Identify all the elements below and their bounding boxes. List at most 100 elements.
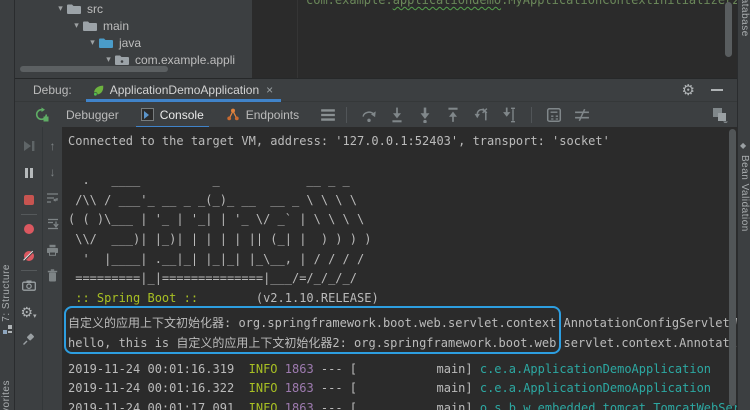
tree-horizontal-scrollbar[interactable] <box>20 66 168 72</box>
session-tab-label: ApplicationDemoApplication <box>110 83 259 97</box>
close-icon[interactable]: × <box>266 83 273 97</box>
console-line: 2019-11-24 00:01:17.091 INFO 1863 --- [ … <box>68 399 737 410</box>
stream-trace-icon[interactable] <box>574 107 590 123</box>
folder-icon <box>98 37 114 49</box>
console-line: Connected to the target VM, address: '12… <box>68 132 737 152</box>
console-line: \\/ ___)| |_)| | | | | || (_| | ) ) ) ) <box>68 230 737 250</box>
code-text: com.example. <box>306 0 393 7</box>
bean-validation-icon: ◆ <box>740 141 746 150</box>
console-line: . ____ _ __ _ _ <box>68 171 737 191</box>
debug-session-tab[interactable]: ApplicationDemoApplication × <box>86 79 281 101</box>
tab-console-label: Console <box>160 108 204 122</box>
tree-item-label: main <box>103 19 129 33</box>
left-toolwindow-bar: 7: Structure Favorites <box>0 0 15 410</box>
console-line: :: Spring Boot :: (v2.1.10.RELEASE) <box>68 289 737 309</box>
top-region: ▾ src ▾ main ▾ java ▾ com.example.appli com.exa… <box>15 0 737 78</box>
structure-icon <box>3 325 12 334</box>
run-to-cursor-icon[interactable] <box>501 107 517 123</box>
console-line: hello, this is 自定义的应用上下文初始化器2: org.sprin… <box>68 334 737 354</box>
pin-icon[interactable] <box>22 330 35 348</box>
folder-icon <box>114 54 130 66</box>
tree-item-java[interactable]: ▾ java <box>15 34 252 51</box>
console-line: ' |____| .__|_| |_|_| |_\__, | / / / / <box>68 250 737 270</box>
console-line: 自定义的应用上下文初始化器: org.springframework.boot.… <box>68 314 737 334</box>
debug-body: ⚙▾ ↑ ↓ <box>15 127 737 410</box>
settings-gear-icon[interactable]: ⚙▾ <box>20 303 36 321</box>
toolwindow-tab-favorites[interactable]: Favorites <box>1 380 12 410</box>
resume-icon[interactable] <box>23 137 35 155</box>
thread-dump-camera-icon[interactable] <box>22 276 36 294</box>
toolbar-separator <box>531 107 532 123</box>
tree-item-main[interactable]: ▾ main <box>15 17 252 34</box>
tab-endpoints[interactable]: Endpoints <box>215 102 310 128</box>
drop-frame-icon[interactable] <box>473 107 489 123</box>
tree-item-src[interactable]: ▾ src <box>15 0 252 17</box>
debug-title: Debug: <box>33 83 72 97</box>
chevron-down-icon[interactable]: ▾ <box>71 20 82 31</box>
hide-minimize-icon[interactable] <box>711 89 723 91</box>
tree-item-label: java <box>119 36 141 50</box>
code-text: .MyApplicationContextInitializer2 <box>501 0 737 7</box>
down-arrow-icon[interactable]: ↓ <box>50 163 56 180</box>
step-out-icon[interactable] <box>445 107 461 123</box>
console-line: ( ( )\___ | '_ | '_| | '_ \/ _` | \ \ \ … <box>68 210 737 230</box>
scroll-to-end-icon[interactable] <box>47 215 59 232</box>
folder-icon <box>66 3 82 15</box>
toolwindow-tab-bean-validation[interactable]: Bean Validation <box>739 155 750 232</box>
pause-icon[interactable] <box>25 164 33 182</box>
debug-toolwindow: Debug: ApplicationDemoApplication × ⚙ <box>15 78 737 410</box>
toolwindow-tab-database[interactable]: Database <box>739 0 750 37</box>
view-breakpoints-icon[interactable] <box>24 220 34 238</box>
up-arrow-icon[interactable]: ↑ <box>50 137 56 154</box>
tree-item-label: com.example.appli <box>135 53 235 67</box>
debug-toolbar: Debugger Console Endpoints <box>15 101 737 127</box>
step-over-icon[interactable] <box>361 107 377 123</box>
soft-wrap-icon[interactable] <box>46 189 59 206</box>
clear-all-trash-icon[interactable] <box>47 267 58 284</box>
mute-breakpoints-icon[interactable] <box>24 247 34 265</box>
debug-header: Debug: ApplicationDemoApplication × ⚙ <box>15 79 737 101</box>
chevron-down-icon[interactable]: ▾ <box>87 37 98 48</box>
stop-icon[interactable] <box>24 191 34 209</box>
toolwindow-tab-structure[interactable]: 7: Structure <box>1 264 12 322</box>
tab-console[interactable]: Console <box>130 102 215 128</box>
console-line: =========|_|==============|___/=/_/_/_/ <box>68 269 737 289</box>
editor-pane[interactable]: com.example.applicationdemo.MyApplicatio… <box>254 0 737 78</box>
tab-endpoints-label: Endpoints <box>246 108 299 122</box>
console-line <box>68 152 737 172</box>
right-toolwindow-bar: Database ◆ Bean Validation <box>737 0 750 410</box>
console-gutter-column: ↑ ↓ <box>43 127 62 410</box>
toolbar-separator <box>346 107 347 123</box>
editor-gutter-border <box>297 0 298 78</box>
editor-vertical-scrollbar[interactable] <box>725 2 732 57</box>
menu-icon[interactable] <box>320 107 336 123</box>
spring-boot-icon <box>92 84 105 97</box>
console-text: Connected to the target VM, address: '12… <box>62 127 737 410</box>
evaluate-expression-icon[interactable] <box>546 107 562 123</box>
console-icon <box>141 108 154 121</box>
settings-gear-icon[interactable]: ⚙ <box>682 81 695 99</box>
folder-icon <box>82 20 98 32</box>
column-separator <box>21 270 37 271</box>
ide-window: 7: Structure Favorites ▾ src ▾ main ▾ java ▾ co… <box>0 0 750 410</box>
console-output-area[interactable]: Connected to the target VM, address: '12… <box>62 127 737 410</box>
step-into-icon[interactable] <box>389 107 405 123</box>
tab-debugger[interactable]: Debugger <box>55 102 130 128</box>
editor-code-line: com.example.applicationdemo.MyApplicatio… <box>306 0 737 7</box>
console-vertical-scrollbar[interactable] <box>729 129 736 406</box>
endpoints-icon <box>226 108 240 121</box>
console-line: 2019-11-24 00:01:16.319 INFO 1863 --- [ … <box>68 360 737 380</box>
chevron-down-icon[interactable]: ▾ <box>55 3 66 14</box>
column-separator <box>21 214 37 215</box>
rerun-icon[interactable] <box>34 107 49 122</box>
force-step-into-icon[interactable] <box>417 107 433 123</box>
debug-actions-column: ⚙▾ <box>15 127 43 410</box>
console-line: 2019-11-24 00:01:16.322 INFO 1863 --- [ … <box>68 379 737 399</box>
tree-item-label: src <box>87 2 103 16</box>
console-line: /\\ / ___'_ __ _ _(_)_ __ __ _ \ \ \ \ <box>68 191 737 211</box>
chevron-down-icon[interactable]: ▾ <box>103 54 114 65</box>
print-icon[interactable] <box>46 241 59 258</box>
tab-debugger-label: Debugger <box>66 108 119 122</box>
code-text-wavy: applicationdemo <box>393 0 501 7</box>
restore-layout-icon[interactable] <box>712 107 729 123</box>
